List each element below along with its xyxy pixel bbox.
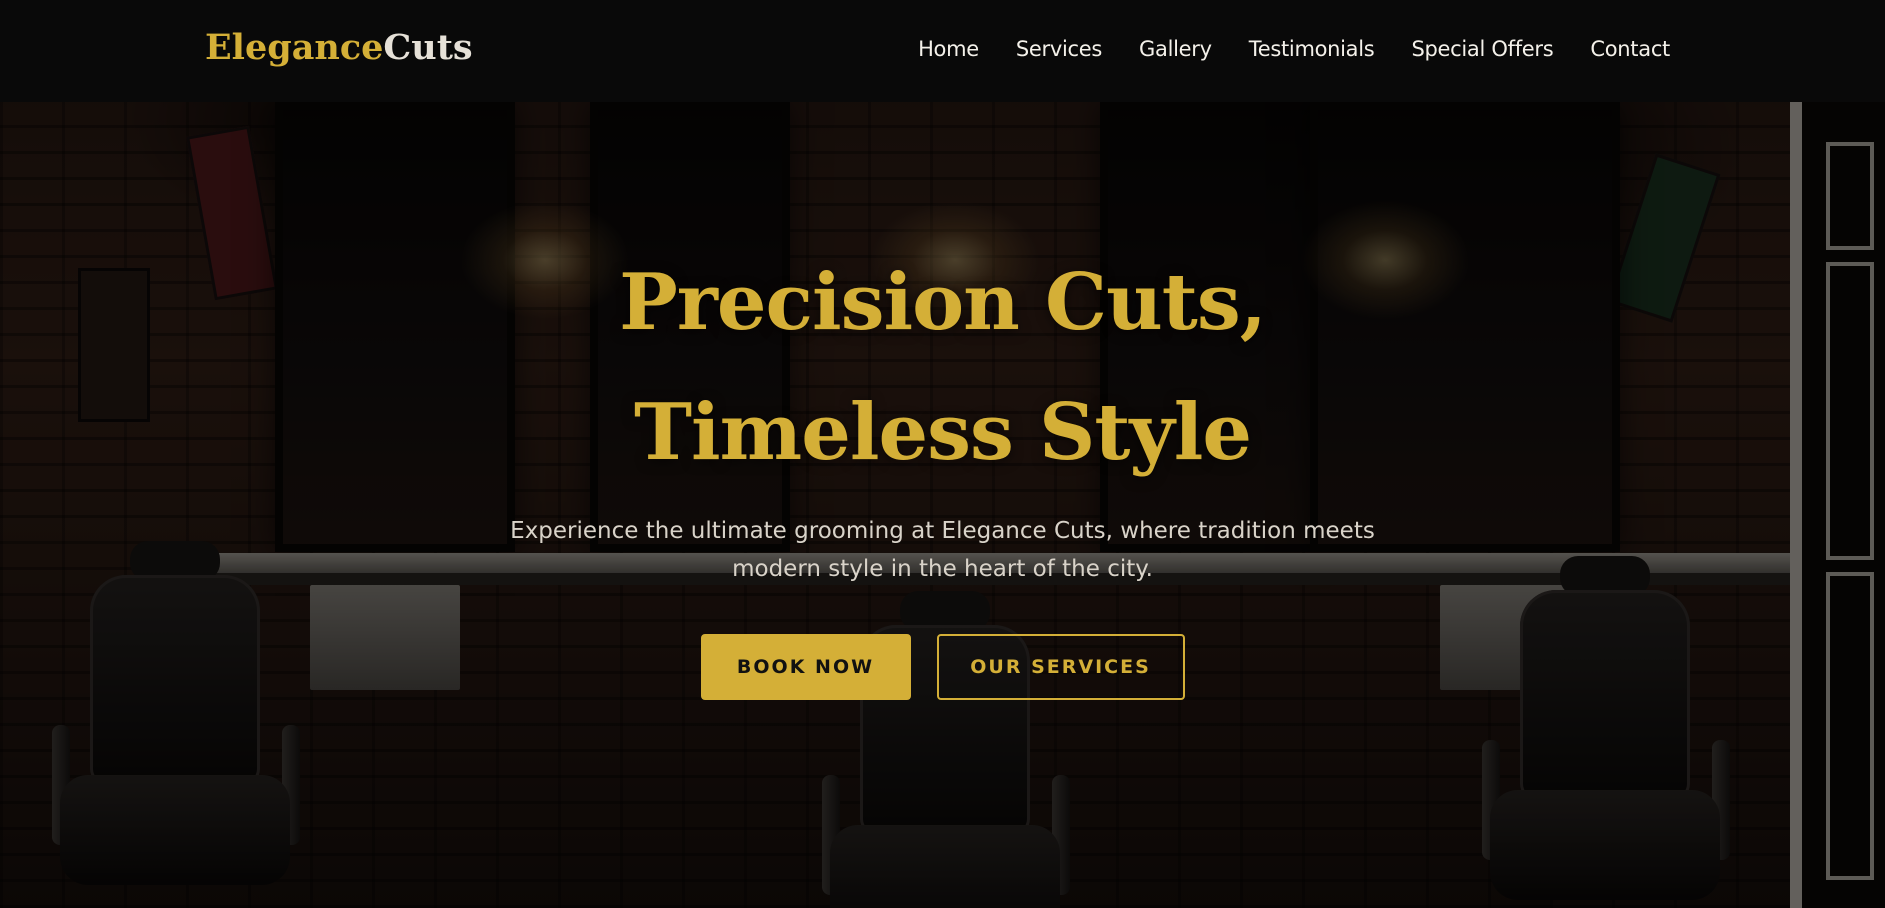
nav-link-testimonials[interactable]: Testimonials <box>1249 37 1375 61</box>
nav-item: Special Offers <box>1411 34 1553 64</box>
nav-item: Services <box>1016 34 1102 64</box>
nav-link-home[interactable]: Home <box>918 37 979 61</box>
nav-item: Gallery <box>1139 34 1212 64</box>
nav-link-special-offers[interactable]: Special Offers <box>1411 37 1553 61</box>
nav-link-contact[interactable]: Contact <box>1590 37 1670 61</box>
hero-title: Precision Cuts, Timeless Style <box>619 257 1267 478</box>
hero-content: Precision Cuts, Timeless Style Experienc… <box>0 238 1885 700</box>
brand-name-part1: Elegance <box>205 27 384 68</box>
nav-menu: Home Services Gallery Testimonials Speci… <box>918 34 1670 64</box>
brand-name-part2: Cuts <box>383 27 473 68</box>
navbar: EleganceCuts Home Services Gallery Testi… <box>0 0 1885 102</box>
nav-item: Home <box>918 34 979 64</box>
nav-link-gallery[interactable]: Gallery <box>1139 37 1212 61</box>
brand-logo[interactable]: EleganceCuts <box>205 22 473 74</box>
nav-item: Contact <box>1590 34 1670 64</box>
hero-subtitle: Experience the ultimate grooming at Eleg… <box>510 518 1375 582</box>
hero-buttons: BOOK NOW OUR SERVICES <box>0 634 1885 700</box>
nav-link-services[interactable]: Services <box>1016 37 1102 61</box>
nav-item: Testimonials <box>1249 34 1375 64</box>
book-now-button[interactable]: BOOK NOW <box>700 634 911 700</box>
our-services-button[interactable]: OUR SERVICES <box>936 634 1185 700</box>
